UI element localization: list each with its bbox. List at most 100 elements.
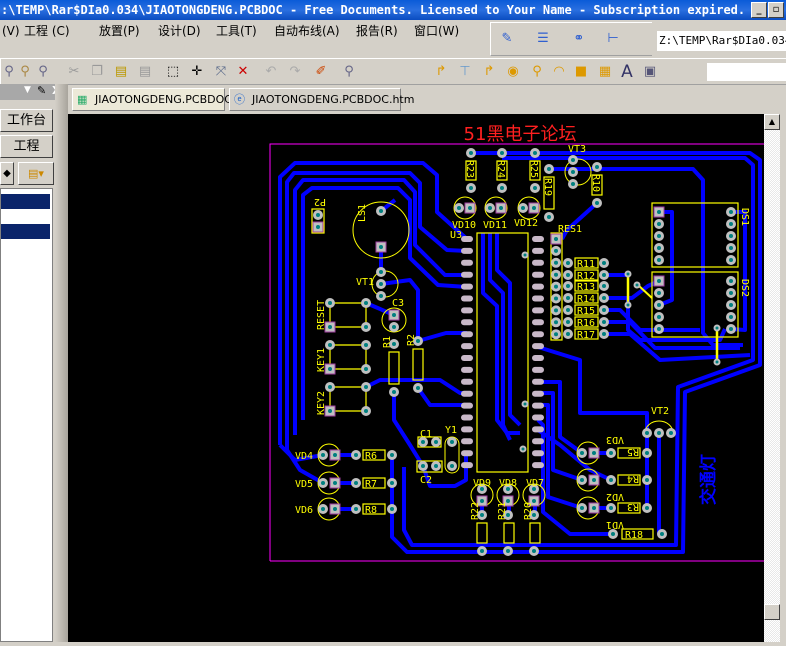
pad-hole — [566, 296, 570, 300]
scroll-thumb[interactable] — [764, 604, 780, 620]
menu-tools[interactable]: 工具(T) — [216, 20, 257, 42]
trace — [657, 433, 663, 536]
title-bar: :\TEMP\Rar$DIa0.034\JIAOTONGDENG.PCBDOC … — [0, 0, 786, 20]
pad-hole — [469, 186, 473, 190]
pad-hole — [602, 273, 606, 277]
pad-hole — [333, 453, 337, 457]
pencil-ruler-icon[interactable]: ✎ — [499, 31, 515, 47]
fill-icon[interactable]: ■ — [573, 64, 589, 80]
dimension-icon[interactable]: ⊢ — [605, 31, 621, 47]
move-icon[interactable]: ✛ — [189, 64, 205, 80]
browse-icon[interactable]: ⚲ — [341, 64, 357, 80]
ic-pad — [532, 331, 544, 338]
clear-filter-icon[interactable]: ✕ — [235, 64, 251, 80]
ic-pad — [461, 307, 473, 314]
designator-r8: R8 — [365, 505, 377, 516]
route-track-icon[interactable]: ↱ — [433, 64, 449, 80]
designator-r14: R14 — [577, 294, 595, 305]
panel-menu-icon[interactable]: ▼ — [24, 85, 31, 95]
pad-hole — [416, 386, 420, 390]
pad-hole — [469, 151, 473, 155]
pad-hole — [592, 506, 596, 510]
designator-r17: R17 — [577, 330, 595, 341]
component-icon[interactable]: ▣ — [642, 64, 658, 80]
highlight-icon[interactable]: ✐ — [313, 64, 329, 80]
select-rect-icon[interactable]: ⬚ — [165, 64, 181, 80]
vertical-scrollbar[interactable]: ▲ — [764, 114, 780, 642]
pad-hole — [657, 222, 661, 226]
pad-hole — [434, 464, 438, 468]
arc-icon[interactable]: ◠ — [551, 64, 567, 80]
designator-u3: U3 — [450, 230, 462, 241]
pad-hole — [532, 206, 536, 210]
pcb-canvas[interactable]: 51黑电子论坛 U3 RES1 DS1 DS2 R23 R24 R25 R19 R10 VT3 VD… — [68, 114, 764, 642]
tree-row-selected[interactable] — [1, 224, 50, 239]
zoom-icon[interactable]: ⚲ — [1, 64, 17, 80]
zoom-selected-icon[interactable]: ⚲ — [17, 64, 33, 80]
toolbar-input[interactable] — [707, 63, 786, 81]
polygon-icon[interactable]: ▦ — [597, 64, 613, 80]
menu-project[interactable]: 工程 (C) — [24, 20, 70, 42]
designator-vd12: VD12 — [514, 218, 538, 229]
designator-r24: R24 — [495, 160, 506, 178]
pad-icon[interactable]: ◉ — [505, 64, 521, 80]
via-icon[interactable]: ⚲ — [529, 64, 545, 80]
pcb-board[interactable]: 51黑电子论坛 U3 RES1 DS1 DS2 R23 R24 R25R19 R10 VT3 VD… — [68, 114, 764, 642]
pad-hole — [566, 273, 570, 277]
menu-autoroute[interactable]: 自动布线(A) — [274, 20, 340, 42]
ic-pad — [461, 319, 473, 326]
ic-pad — [461, 283, 473, 290]
pad-hole — [364, 343, 368, 347]
pad-hole — [364, 385, 368, 389]
align-icon[interactable]: ☰ — [535, 31, 551, 47]
ic-pad — [532, 319, 544, 326]
tree-row-selected[interactable] — [1, 194, 50, 209]
designator-p2: P2 — [314, 196, 326, 207]
ic-pad — [532, 295, 544, 302]
binoculars-icon[interactable]: ⚭ — [571, 31, 587, 47]
ic-pad — [532, 307, 544, 314]
filter-icon[interactable]: ⚲ — [35, 64, 51, 80]
open-project-icon[interactable]: ▤▾ — [18, 162, 54, 185]
menu-place[interactable]: 放置(P) — [99, 20, 140, 42]
menu-window[interactable]: 窗口(W) — [414, 20, 459, 42]
panel-splitter[interactable] — [55, 84, 68, 642]
menu-design[interactable]: 设计(D) — [158, 20, 201, 42]
scroll-up-button[interactable]: ▲ — [764, 114, 780, 130]
pad-hole — [321, 507, 325, 511]
string-icon[interactable]: A — [619, 64, 635, 81]
workspace-button[interactable]: 工作台 — [0, 109, 53, 132]
redo-icon[interactable]: ↷ — [287, 64, 303, 80]
cut-icon[interactable]: ✂ — [66, 64, 82, 80]
menu-reports[interactable]: 报告(R) — [356, 20, 398, 42]
undo-icon[interactable]: ↶ — [263, 64, 279, 80]
pin-icon[interactable]: ✎ — [37, 84, 46, 97]
paste-special-icon[interactable]: ▤ — [137, 64, 153, 80]
deselect-icon[interactable]: ⤧ — [213, 64, 229, 80]
pad-hole — [390, 453, 394, 457]
pad-hole — [571, 182, 575, 186]
pad-hole — [500, 151, 504, 155]
path-field[interactable]: Z:\TEMP\Rar$DIa0.034\ — [657, 31, 786, 51]
designator-r5: R5 — [627, 446, 639, 457]
tab-htm[interactable]: ⓔ JIAOTONGDENG.PCBDOC.htm — [229, 88, 414, 111]
tab-pcbdoc[interactable]: ▦ JIAOTONGDENG.PCBDOC — [72, 88, 232, 111]
menu-view[interactable]: (V) — [2, 20, 20, 42]
ic-pad — [461, 331, 473, 338]
resistor-body — [529, 522, 541, 544]
window-edge — [780, 114, 786, 642]
compile-icon[interactable]: ◆ — [0, 162, 14, 185]
route-diff-icon[interactable]: ⊤ — [457, 64, 473, 80]
pad-hole — [364, 301, 368, 305]
designator-vt1: VT1 — [356, 277, 374, 288]
designator-vd10: VD10 — [452, 220, 476, 231]
interactive-route-icon[interactable]: ↱ — [481, 64, 497, 80]
pad-hole — [602, 320, 606, 324]
paste-icon[interactable]: ▤ — [113, 64, 129, 80]
copy-icon[interactable]: ❐ — [89, 64, 105, 80]
minimize-button[interactable]: _ — [751, 2, 767, 18]
project-button[interactable]: 工程 — [0, 135, 53, 158]
restore-button[interactable]: ▫ — [768, 2, 784, 18]
pad-hole — [328, 325, 332, 329]
project-tree[interactable] — [0, 188, 53, 642]
